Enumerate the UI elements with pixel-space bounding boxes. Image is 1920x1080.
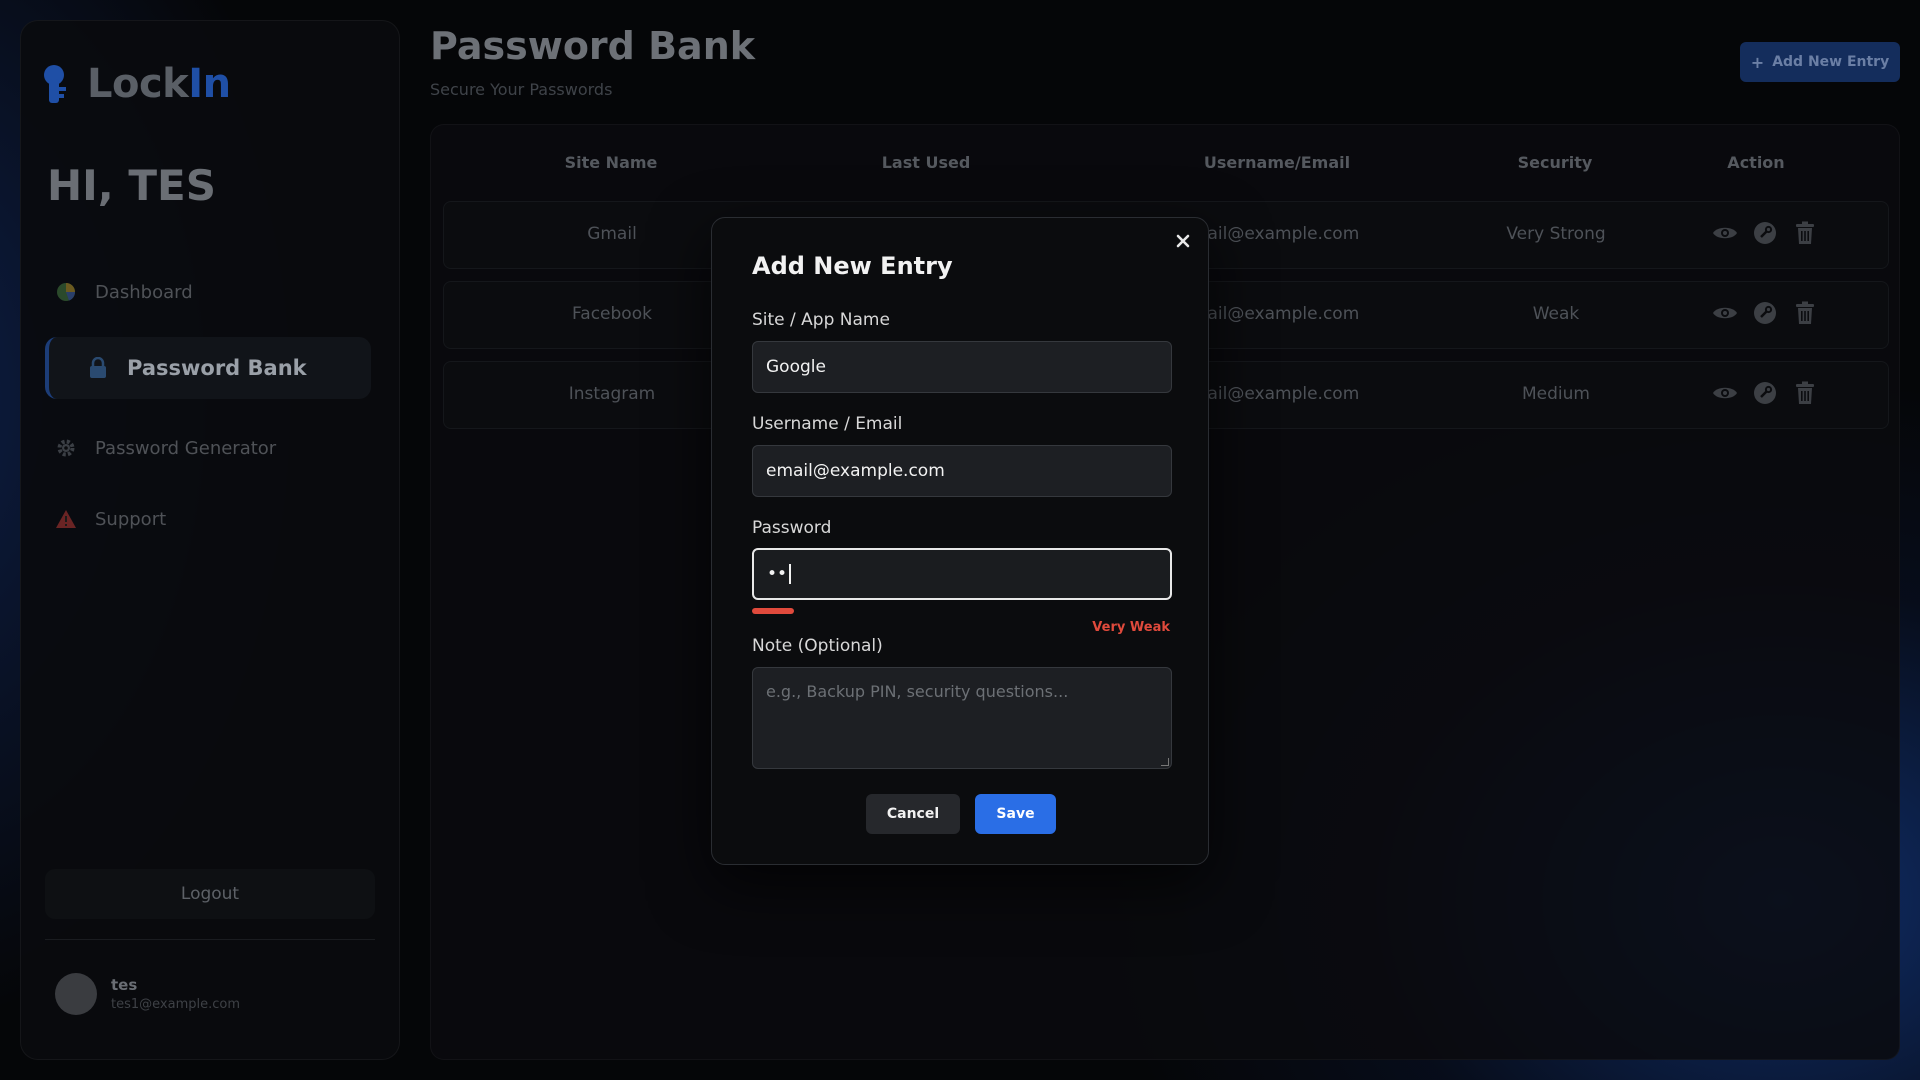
sidebar-divider: [45, 939, 375, 940]
note-placeholder: e.g., Backup PIN, security questions...: [766, 682, 1069, 701]
sidebar-item-label: Password Bank: [127, 356, 307, 380]
sidebar: LockIn HI, TES Dashboard Password Bank P…: [20, 20, 400, 1060]
logo-text: Lock: [87, 61, 189, 107]
save-button[interactable]: Save: [975, 794, 1056, 834]
close-icon[interactable]: [1172, 230, 1194, 252]
key-icon[interactable]: [1752, 300, 1778, 326]
security-cell: Weak: [1532, 304, 1580, 324]
security-cell: Very Strong: [1506, 224, 1606, 244]
greeting: HI, TES: [47, 161, 216, 210]
page-subtitle: Secure Your Passwords: [430, 80, 613, 99]
password-strength-text: Very Weak: [1092, 620, 1170, 635]
app-logo[interactable]: LockIn: [41, 61, 231, 107]
sidebar-item-label: Support: [95, 508, 167, 530]
warning-icon: [55, 508, 77, 530]
trash-icon[interactable]: [1792, 220, 1818, 246]
site-name-input[interactable]: Google: [752, 341, 1172, 393]
username-cell: nail@example.com: [1196, 384, 1360, 404]
column-header-last-used[interactable]: Last Used: [882, 153, 971, 172]
site-name-cell: Instagram: [568, 384, 656, 404]
security-cell: Medium: [1522, 384, 1590, 404]
site-name-label: Site / App Name: [752, 310, 890, 330]
row-actions: [1712, 380, 1818, 406]
page-title: Password Bank: [430, 24, 756, 68]
note-textarea[interactable]: e.g., Backup PIN, security questions...: [752, 667, 1172, 769]
note-label: Note (Optional): [752, 636, 883, 656]
column-header-action: Action: [1727, 153, 1785, 172]
add-new-entry-label: Add New Entry: [1772, 54, 1890, 70]
sidebar-item-dashboard[interactable]: Dashboard: [45, 261, 371, 323]
column-header-security[interactable]: Security: [1518, 153, 1593, 172]
sidebar-item-support[interactable]: Support: [45, 488, 371, 550]
row-actions: [1712, 220, 1818, 246]
text-caret: [789, 564, 792, 584]
plus-icon: +: [1750, 52, 1765, 72]
eye-icon[interactable]: [1712, 220, 1738, 246]
sidebar-item-label: Password Generator: [95, 437, 277, 459]
user-name: tes: [111, 976, 138, 994]
password-strength-bar: [752, 608, 794, 614]
eye-icon[interactable]: [1712, 300, 1738, 326]
sidebar-item-label: Dashboard: [95, 281, 193, 303]
add-entry-modal: Add New Entry Site / App Name Google Use…: [711, 217, 1209, 865]
pie-chart-icon: [55, 281, 77, 303]
key-icon[interactable]: [1752, 220, 1778, 246]
username-label: Username / Email: [752, 414, 903, 434]
password-masked-value: ••: [767, 564, 788, 584]
lock-icon: [87, 357, 109, 379]
username-cell: nail@example.com: [1196, 304, 1360, 324]
logout-button[interactable]: Logout: [45, 869, 375, 919]
key-icon[interactable]: [1752, 380, 1778, 406]
site-name-cell: Facebook: [572, 304, 652, 324]
eye-icon[interactable]: [1712, 380, 1738, 406]
avatar: [55, 973, 97, 1015]
modal-title: Add New Entry: [752, 252, 953, 280]
username-input[interactable]: email@example.com: [752, 445, 1172, 497]
trash-icon[interactable]: [1792, 300, 1818, 326]
logo-accent-text: In: [188, 61, 231, 107]
password-input[interactable]: ••: [752, 548, 1172, 600]
row-actions: [1712, 300, 1818, 326]
cancel-button[interactable]: Cancel: [866, 794, 960, 834]
username-cell: nail@example.com: [1196, 224, 1360, 244]
user-profile[interactable]: tes tes1@example.com: [55, 973, 240, 1015]
password-label: Password: [752, 518, 832, 538]
sidebar-item-password-generator[interactable]: Password Generator: [45, 417, 371, 479]
resize-handle-icon[interactable]: [1161, 758, 1169, 766]
trash-icon[interactable]: [1792, 380, 1818, 406]
column-header-username[interactable]: Username/Email: [1204, 153, 1350, 172]
keyhole-logo-icon: [44, 65, 66, 103]
add-new-entry-button[interactable]: + Add New Entry: [1740, 42, 1900, 82]
column-header-site-name[interactable]: Site Name: [565, 153, 658, 172]
gear-icon: [55, 437, 77, 459]
site-name-cell: Gmail: [587, 224, 637, 244]
user-email: tes1@example.com: [111, 997, 240, 1012]
sidebar-item-password-bank[interactable]: Password Bank: [45, 337, 371, 399]
